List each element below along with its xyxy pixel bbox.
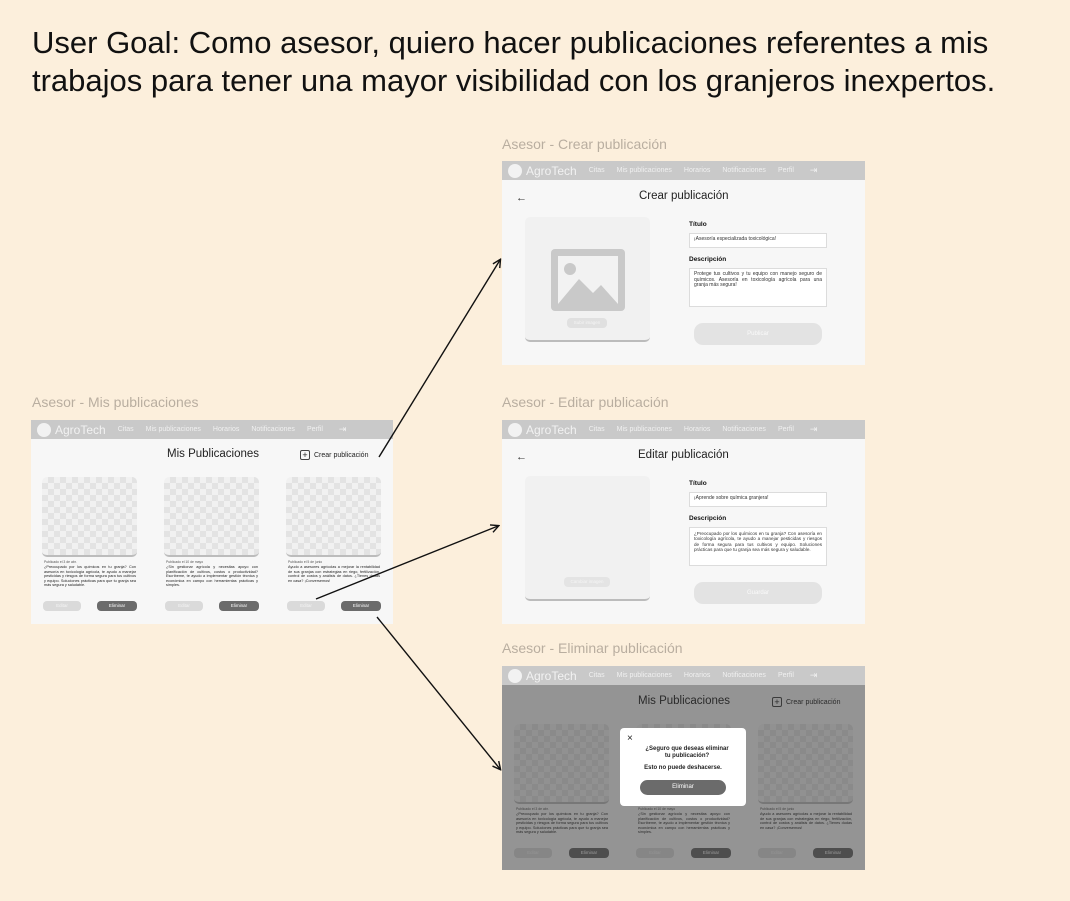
arrow-to-eliminar bbox=[376, 616, 500, 769]
arrow-to-crear bbox=[378, 260, 500, 458]
arrow-to-editar bbox=[315, 526, 498, 600]
flow-arrows bbox=[315, 0, 1070, 901]
